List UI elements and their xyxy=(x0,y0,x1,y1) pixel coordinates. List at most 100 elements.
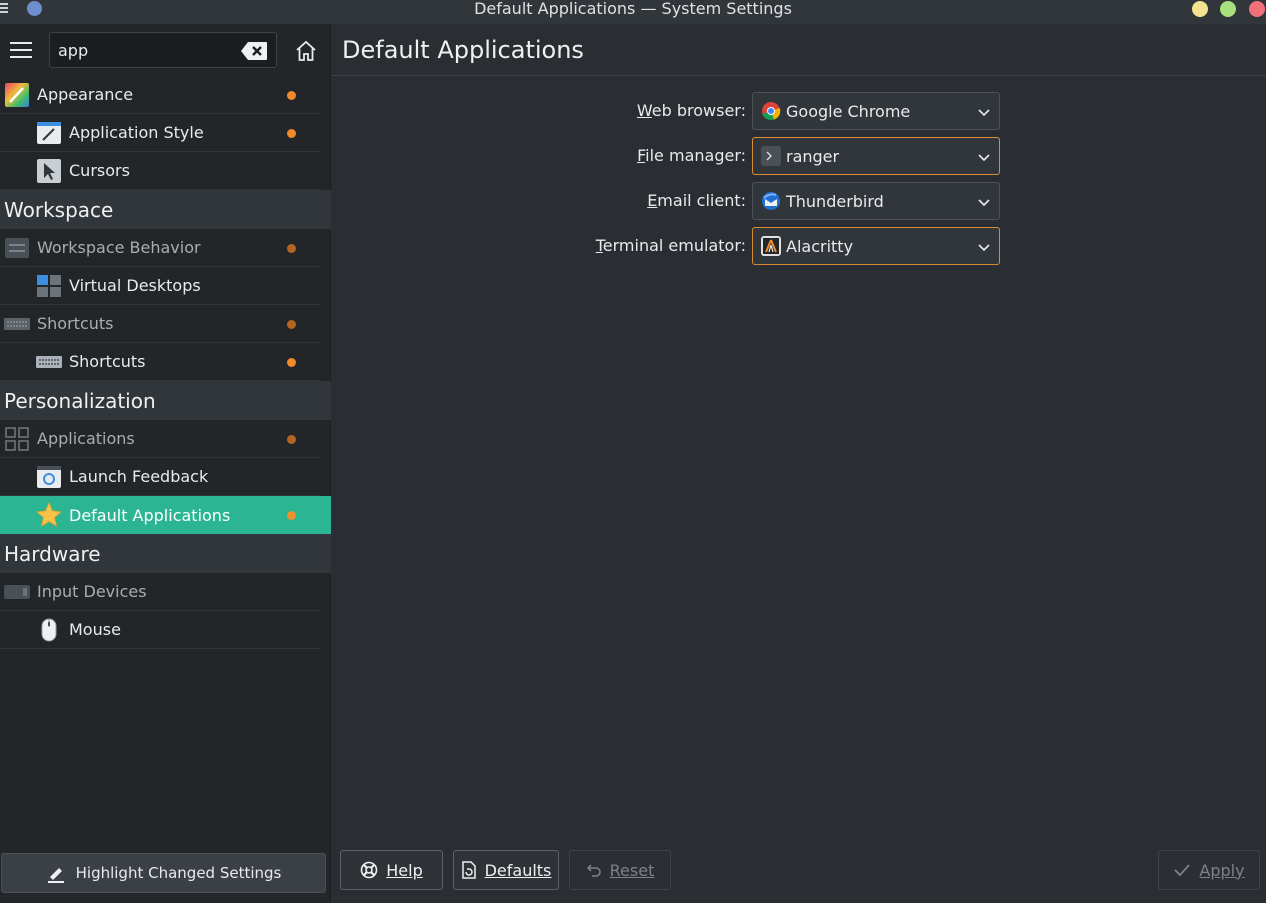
sidebar-item-appearance[interactable]: Appearance xyxy=(0,76,321,114)
email-client-label: Email client: xyxy=(647,191,746,210)
minimize-button[interactable] xyxy=(1192,1,1208,17)
reset-button[interactable]: Reset xyxy=(569,850,671,890)
terminal-emulator-label: Terminal emulator: xyxy=(595,236,746,255)
chevron-down-icon xyxy=(978,109,990,117)
web-browser-row: Web browser: Google Chrome xyxy=(332,92,1266,130)
appearance-icon xyxy=(5,82,29,107)
changed-indicator xyxy=(287,91,296,100)
section-hardware: Hardware xyxy=(0,534,331,573)
defaults-button[interactable]: Defaults xyxy=(453,850,559,890)
defaults-button-label: Defaults xyxy=(484,860,552,880)
terminal-emulator-row: Terminal emulator: Alacritty xyxy=(332,227,1266,265)
changed-indicator xyxy=(287,320,296,329)
virtual-desktops-icon xyxy=(37,274,61,297)
changed-indicator xyxy=(287,511,296,520)
web-browser-label: Web browser: xyxy=(636,101,746,120)
chrome-icon xyxy=(762,102,781,121)
cursors-icon xyxy=(37,158,61,183)
sidebar-item-workspace-behavior[interactable]: Workspace Behavior xyxy=(0,229,321,267)
changed-indicator xyxy=(287,358,296,367)
applications-icon xyxy=(5,426,29,451)
section-personalization: Personalization xyxy=(0,381,331,420)
reset-button-label: Reset xyxy=(609,860,655,880)
sidebar-nav: Appearance Application Style Cursors Wor… xyxy=(0,76,331,649)
sidebar-item-label: Shortcuts xyxy=(69,352,146,371)
chevron-down-icon xyxy=(978,199,990,207)
workspace-behavior-icon xyxy=(5,237,29,258)
hamburger-menu-icon[interactable] xyxy=(10,42,32,60)
file-manager-combo[interactable]: ranger xyxy=(752,137,1000,175)
help-button[interactable]: Help xyxy=(340,850,443,890)
sidebar-item-label: Default Applications xyxy=(69,505,231,525)
sidebar-item-label: Virtual Desktops xyxy=(69,276,201,295)
sidebar-item-default-applications[interactable]: Default Applications xyxy=(0,496,331,534)
star-icon xyxy=(36,502,62,527)
help-button-label: Help xyxy=(386,860,423,880)
application-style-icon xyxy=(37,121,61,144)
terminal-emulator-combo[interactable]: Alacritty xyxy=(752,227,1000,265)
file-manager-label: File manager: xyxy=(637,146,746,165)
search-box[interactable] xyxy=(49,32,277,68)
email-client-value: Thunderbird xyxy=(786,191,884,211)
terminal-icon xyxy=(761,146,781,166)
keyboard-icon xyxy=(4,317,30,330)
sidebar-item-input-devices[interactable]: Input Devices xyxy=(0,573,321,611)
apply-button[interactable]: Apply xyxy=(1158,850,1260,890)
thunderbird-icon xyxy=(762,192,780,210)
alacritty-icon xyxy=(761,236,781,256)
sidebar-item-shortcuts[interactable]: Shortcuts xyxy=(0,343,321,381)
changed-indicator xyxy=(287,129,296,138)
maximize-button[interactable] xyxy=(1220,1,1236,17)
search-input[interactable] xyxy=(58,40,228,60)
sidebar-item-label: Application Style xyxy=(69,123,204,142)
web-browser-value: Google Chrome xyxy=(786,101,911,121)
checkmark-icon xyxy=(1174,864,1191,877)
highlight-changed-settings-button[interactable]: Highlight Changed Settings xyxy=(1,853,326,893)
sidebar-item-launch-feedback[interactable]: Launch Feedback xyxy=(0,458,321,496)
web-browser-combo[interactable]: Google Chrome xyxy=(752,92,1000,130)
document-restore-icon xyxy=(461,861,476,879)
sidebar-item-label: Shortcuts xyxy=(37,314,114,333)
sidebar-item-label: Cursors xyxy=(69,161,130,180)
email-client-row: Email client: Thunderbird xyxy=(332,182,1266,220)
highlighter-icon xyxy=(47,868,64,883)
home-icon[interactable] xyxy=(294,39,318,63)
sidebar-item-application-style[interactable]: Application Style xyxy=(0,114,321,152)
changed-indicator xyxy=(287,435,296,444)
file-manager-row: File manager: ranger xyxy=(332,137,1266,175)
changed-indicator xyxy=(287,244,296,253)
window-title: Default Applications — System Settings xyxy=(474,0,792,18)
sidebar-item-mouse[interactable]: Mouse xyxy=(0,611,321,649)
sidebar-item-cursors[interactable]: Cursors xyxy=(0,152,321,190)
sidebar-item-virtual-desktops[interactable]: Virtual Desktops xyxy=(0,267,321,305)
close-button[interactable] xyxy=(1249,1,1265,17)
sidebar-item-label: Appearance xyxy=(37,85,134,104)
mouse-icon xyxy=(41,618,57,641)
keyboard-icon xyxy=(36,355,62,368)
sidebar-item-label: Launch Feedback xyxy=(69,467,209,486)
sidebar-item-applications[interactable]: Applications xyxy=(0,420,321,458)
title-bar: Default Applications — System Settings xyxy=(0,0,1266,24)
main-content: Default Applications Web browser: Google… xyxy=(332,24,1266,903)
header-divider xyxy=(332,75,1266,76)
sidebar: Appearance Application Style Cursors Wor… xyxy=(0,24,331,903)
clear-search-icon[interactable] xyxy=(240,41,268,61)
email-client-combo[interactable]: Thunderbird xyxy=(752,182,1000,220)
sidebar-item-shortcuts-category[interactable]: Shortcuts xyxy=(0,305,321,343)
sidebar-item-label: Mouse xyxy=(69,620,121,639)
sidebar-item-label: Workspace Behavior xyxy=(37,238,201,257)
launch-feedback-icon xyxy=(37,465,61,488)
highlight-button-label: Highlight Changed Settings xyxy=(75,864,282,882)
undo-icon xyxy=(586,864,601,877)
terminal-emulator-value: Alacritty xyxy=(786,236,854,256)
sidebar-item-label: Applications xyxy=(37,429,135,448)
section-workspace: Workspace xyxy=(0,190,331,229)
sidebar-header xyxy=(0,24,331,76)
input-devices-icon xyxy=(4,584,30,599)
sidebar-item-label: Input Devices xyxy=(37,582,147,601)
apply-button-label: Apply xyxy=(1199,860,1245,880)
chevron-down-icon xyxy=(978,154,990,162)
page-title: Default Applications xyxy=(342,36,584,64)
chevron-down-icon xyxy=(978,244,990,252)
file-manager-value: ranger xyxy=(786,146,840,166)
